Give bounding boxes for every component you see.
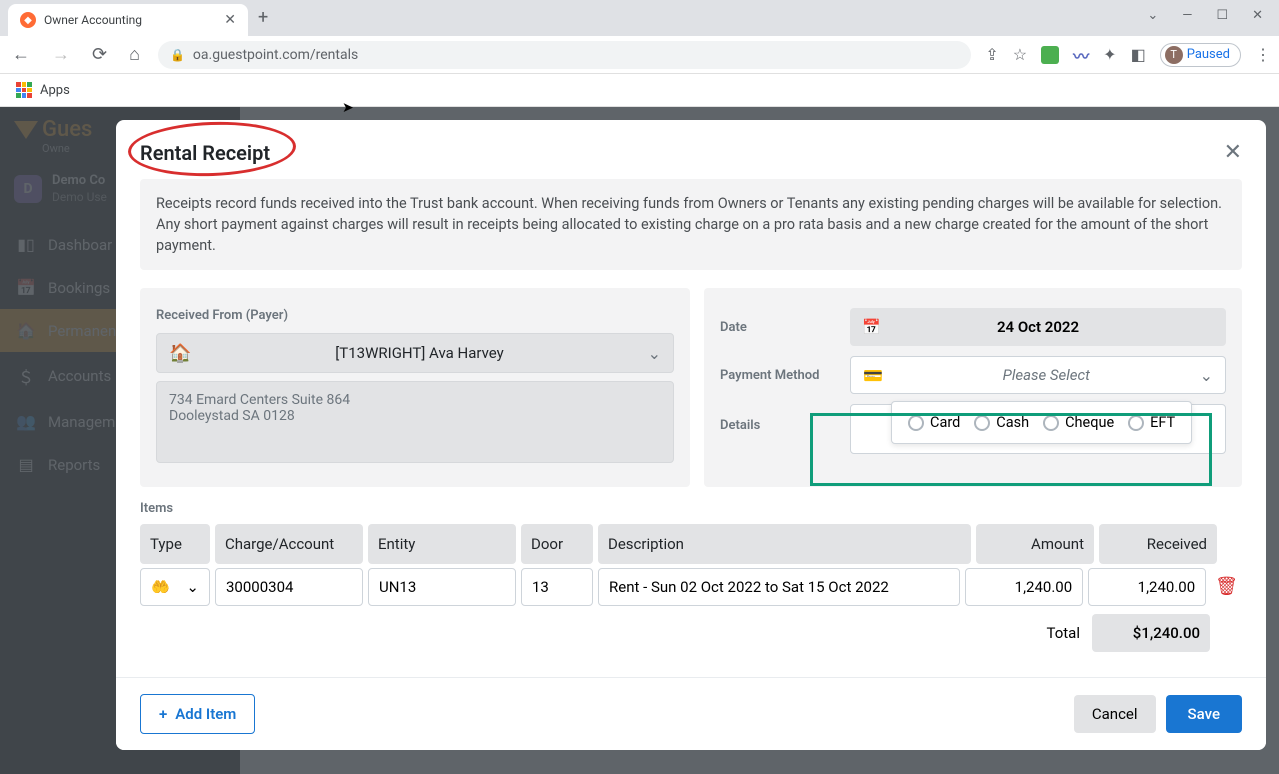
new-tab-button[interactable]: + [248,0,278,36]
bookmarks-bar: Apps [0,74,1279,107]
received-input[interactable]: 1,240.00 [1088,568,1206,606]
items-row: 🤲⌄ 30000304 UN13 13 Rent - Sun 02 Oct 20… [140,568,1242,606]
share-icon[interactable]: ⇪ [985,45,998,64]
radio-icon [1043,415,1059,431]
profile-avatar-icon: T [1165,46,1183,64]
extensions-icon[interactable]: ✦ [1103,45,1116,64]
payer-address[interactable] [156,381,674,463]
total-label: Total [1047,624,1081,642]
extension-2-icon[interactable]: 〰 [1073,43,1089,67]
date-label: Date [720,320,840,335]
trash-icon[interactable]: 🗑 [1211,568,1242,606]
reload-icon[interactable]: ⟳ [88,40,111,69]
door-input[interactable]: 13 [521,568,593,606]
lock-icon: 🔒 [170,48,185,62]
close-icon[interactable]: ✕ [1224,140,1242,165]
tab-bar: ◆ Owner Accounting ✕ + [0,0,1279,36]
url-input[interactable]: 🔒 oa.guestpoint.com/rentals [158,41,971,69]
payment-type-dropdown: Card Cash Cheque EFT [891,401,1192,444]
minimize-icon[interactable]: — [1182,8,1192,23]
radio-cheque[interactable]: Cheque [1043,414,1114,431]
window-controls: ⌄ — ☐ ✕ [1147,8,1263,23]
back-icon[interactable]: ← [8,40,34,69]
amount-input[interactable]: 1,240.00 [965,568,1083,606]
total-value: $1,240.00 [1092,614,1210,652]
radio-icon [1128,415,1144,431]
payer-select[interactable]: 🏠 [T13WRIGHT] Ava Harvey ⌄ [156,333,674,373]
radio-icon [908,415,924,431]
payer-value: [T13WRIGHT] Ava Harvey [201,344,637,362]
caret-down-icon[interactable]: ⌄ [1147,8,1158,23]
th-entity: Entity [368,524,516,564]
modal-rental-receipt: Rental Receipt ✕ Receipts record funds r… [116,120,1266,750]
payer-label: Received From (Payer) [156,308,674,323]
info-box: Receipts record funds received into the … [140,179,1242,270]
forward-icon[interactable]: → [48,40,74,69]
sidepanel-icon[interactable]: ◧ [1131,45,1146,64]
items-label: Items [140,501,1242,516]
payer-panel: Received From (Payer) 🏠 [T13WRIGHT] Ava … [140,288,690,487]
payment-method-select[interactable]: 💳 Please Select ⌄ [850,356,1226,394]
th-door: Door [521,524,593,564]
paused-label: Paused [1187,47,1230,62]
total-row: Total $1,240.00 [140,614,1242,652]
home-icon[interactable]: ⌂ [125,40,144,69]
chevron-down-icon: ⌄ [1200,366,1213,385]
card-icon: 💳 [863,366,883,385]
date-value: 24 Oct 2022 [997,318,1079,336]
chevron-down-icon: ⌄ [186,578,199,596]
details-label: Details [720,404,840,433]
bookmark-star-icon[interactable]: ☆ [1013,45,1027,64]
th-charge: Charge/Account [215,524,363,564]
add-item-label: Add Item [175,705,236,723]
apps-grid-icon[interactable] [16,82,32,98]
th-desc: Description [598,524,971,564]
date-input[interactable]: 📅 24 Oct 2022 [850,308,1226,346]
th-received: Received [1099,524,1217,564]
tab-title: Owner Accounting [44,13,142,27]
method-placeholder: Please Select [893,366,1200,384]
charge-input[interactable]: 30000304 [215,568,363,606]
method-label: Payment Method [720,368,840,383]
radio-card[interactable]: Card [908,414,960,431]
house-icon: 🏠 [169,343,191,364]
browser-tab[interactable]: ◆ Owner Accounting ✕ [8,4,248,36]
radio-icon [974,415,990,431]
calendar-icon: 📅 [862,318,881,336]
address-bar: ← → ⟳ ⌂ 🔒 oa.guestpoint.com/rentals ⇪ ☆ … [0,36,1279,74]
modal-title: Rental Receipt [140,141,270,165]
apps-label[interactable]: Apps [40,83,70,98]
profile-paused[interactable]: T Paused [1160,43,1241,67]
favicon-icon: ◆ [20,12,36,28]
close-window-icon[interactable]: ✕ [1252,8,1263,23]
addr-right: ⇪ ☆ 〰 ✦ ◧ T Paused ⋮ [985,43,1271,67]
save-button[interactable]: Save [1166,695,1242,733]
modal-footer: + Add Item Cancel Save [116,677,1266,750]
add-item-button[interactable]: + Add Item [140,694,255,734]
extension-1-icon[interactable] [1041,46,1059,64]
tab-close-icon[interactable]: ✕ [224,12,236,28]
items-header-row: Type Charge/Account Entity Door Descript… [140,524,1242,564]
chevron-down-icon: ⌄ [648,344,661,363]
maximize-icon[interactable]: ☐ [1216,8,1228,23]
plus-icon: + [159,705,167,723]
th-amount: Amount [976,524,1094,564]
browser-chrome: ⌄ — ☐ ✕ ◆ Owner Accounting ✕ + ← → ⟳ ⌂ 🔒… [0,0,1279,107]
hand-icon: 🤲 [151,578,170,596]
type-select[interactable]: 🤲⌄ [140,568,210,606]
cancel-button[interactable]: Cancel [1074,695,1156,733]
details-input[interactable]: Card Cash Cheque EFT [850,404,1226,454]
radio-eft[interactable]: EFT [1128,414,1175,431]
th-type: Type [140,524,210,564]
payment-panel: Date 📅 24 Oct 2022 Payment Method 💳 Plea… [704,288,1242,487]
entity-input[interactable]: UN13 [368,568,516,606]
menu-dots-icon[interactable]: ⋮ [1255,45,1271,64]
url-text: oa.guestpoint.com/rentals [193,47,358,63]
radio-cash[interactable]: Cash [974,414,1029,431]
desc-input[interactable]: Rent - Sun 02 Oct 2022 to Sat 15 Oct 202… [598,568,960,606]
